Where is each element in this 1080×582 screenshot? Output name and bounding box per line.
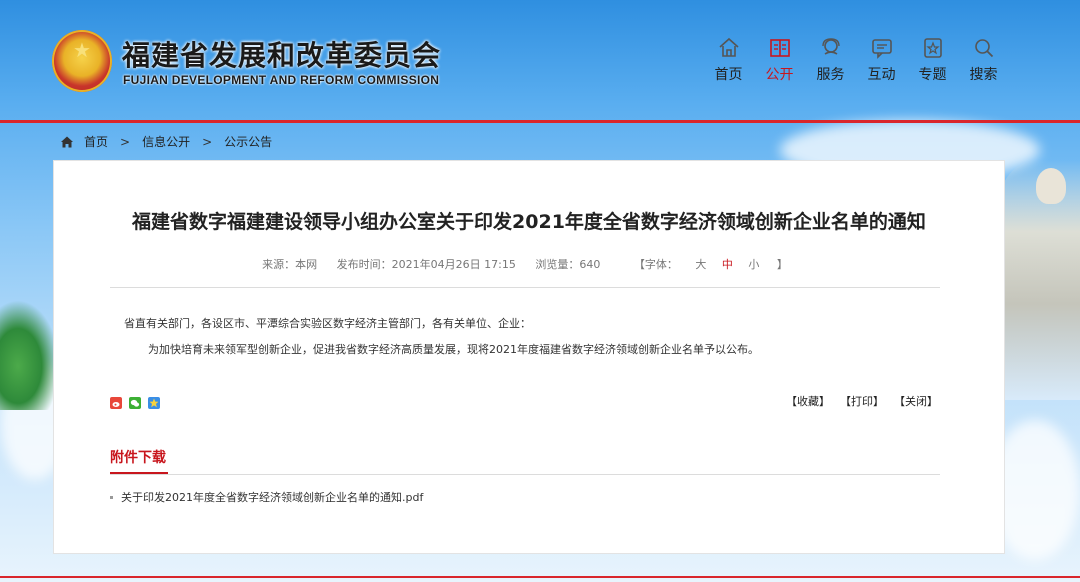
main-nav: 首页 公开 服务 互动 专题 搜索: [703, 36, 1009, 84]
font-size-control: 【字体： 大 中 小 】: [626, 258, 796, 271]
breadcrumb: 首页 > 信息公开 > 公示公告: [60, 133, 272, 150]
article-views: 浏览量：640: [535, 258, 601, 271]
nav-item-interact[interactable]: 互动: [856, 36, 907, 84]
share-bar: [110, 397, 167, 409]
collect-button[interactable]: 【收藏】: [786, 393, 830, 409]
nav-item-service[interactable]: 服务: [805, 36, 856, 84]
nav-label: 互动: [867, 67, 896, 83]
article-body: 省直有关部门，各设区市、平潭综合实验区数字经济主管部门，各有关单位、企业： 为加…: [124, 311, 924, 363]
wechat-share-icon[interactable]: [129, 397, 141, 409]
service-icon: [821, 38, 840, 55]
breadcrumb-announcement[interactable]: 公示公告: [224, 133, 272, 150]
site-title: 福建省发展和改革委员会: [122, 39, 442, 72]
chat-icon: [871, 39, 892, 59]
home-icon: [718, 37, 739, 57]
statue-head: [1036, 168, 1066, 204]
attachment-item[interactable]: 关于印发2021年度全省数字经济领域创新企业名单的通知.pdf: [110, 489, 423, 505]
breadcrumb-separator: >: [120, 134, 131, 149]
nav-label: 专题: [918, 67, 947, 83]
attachment-link[interactable]: 关于印发2021年度全省数字经济领域创新企业名单的通知.pdf: [121, 489, 423, 505]
nav-item-home[interactable]: 首页: [703, 36, 754, 84]
nav-label: 服务: [816, 67, 845, 83]
article-title: 福建省数字福建建设领导小组办公室关于印发2021年度全省数字经济领域创新企业名单…: [132, 211, 926, 233]
close-button[interactable]: 【关闭】: [894, 393, 938, 409]
article-publish-time: 发布时间：2021年04月26日 17:15: [336, 258, 516, 271]
nav-item-public[interactable]: 公开: [754, 36, 805, 84]
footer-divider: [0, 576, 1080, 578]
nav-item-topic[interactable]: 专题: [907, 36, 958, 84]
site-subtitle: FUJIAN DEVELOPMENT AND REFORM COMMISSION: [123, 73, 440, 87]
search-icon: [974, 39, 993, 58]
attachments-divider: [110, 474, 940, 475]
attachments-title: 附件下载: [110, 450, 166, 466]
nav-label: 首页: [714, 67, 743, 83]
breadcrumb-home[interactable]: 首页: [84, 133, 108, 150]
article-paragraph: 省直有关部门，各设区市、平潭综合实验区数字经济主管部门，各有关单位、企业：: [124, 317, 531, 330]
nav-item-search[interactable]: 搜索: [958, 36, 1009, 84]
font-size-close-bracket: 】: [776, 258, 788, 271]
attachments-title-underline: [110, 472, 168, 474]
print-button[interactable]: 【打印】: [840, 393, 884, 409]
home-icon[interactable]: [60, 135, 74, 149]
emblem-star-icon: ★: [73, 38, 91, 62]
topic-icon: [923, 38, 942, 58]
title-divider: [110, 287, 940, 288]
site-header: ★ 福建省发展和改革委员会 FUJIAN DEVELOPMENT AND REF…: [0, 0, 1080, 120]
font-size-medium-button[interactable]: 中: [722, 258, 733, 271]
article-source: 来源：本网: [262, 258, 318, 271]
font-size-label: 【字体：: [633, 258, 678, 271]
breadcrumb-separator: >: [202, 134, 213, 149]
article-paragraph: 为加快培育未来领军型创新企业，促进我省数字经济高质量发展，现将2021年度福建省…: [148, 343, 759, 356]
article-card: 福建省数字福建建设领导小组办公室关于印发2021年度全省数字经济领域创新企业名单…: [53, 160, 1005, 554]
font-size-small-button[interactable]: 小: [748, 258, 759, 271]
header-divider: [0, 120, 1080, 123]
background-tree: [0, 300, 60, 410]
bullet-icon: [110, 495, 113, 499]
book-icon: [769, 39, 790, 57]
article-actions: 【收藏】 【打印】 【关闭】: [776, 393, 938, 409]
attachments-list: 关于印发2021年度全省数字经济领域创新企业名单的通知.pdf: [110, 489, 423, 505]
article-meta: 来源：本网 发布时间：2021年04月26日 17:15 浏览量：640 【字体…: [54, 256, 1004, 272]
qzone-share-icon[interactable]: [148, 397, 160, 409]
nav-label: 搜索: [969, 67, 998, 83]
font-size-large-button[interactable]: 大: [695, 258, 706, 271]
breadcrumb-info-public[interactable]: 信息公开: [142, 133, 190, 150]
nav-label: 公开: [765, 67, 794, 83]
weibo-share-icon[interactable]: [110, 397, 122, 409]
